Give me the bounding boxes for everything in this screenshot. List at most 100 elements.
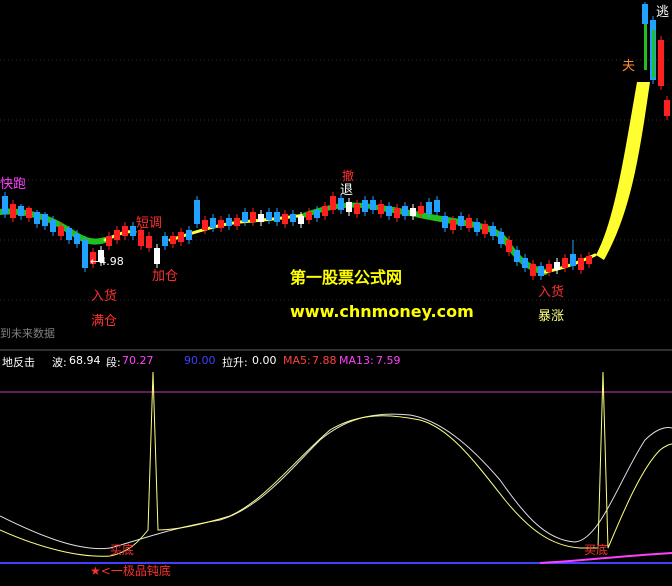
candle-body [354, 204, 360, 214]
candle-body [378, 204, 384, 214]
rally-bar [652, 30, 655, 78]
ruhuo-left-signal: 入货 [91, 289, 118, 304]
candle-body [162, 236, 168, 246]
candle-body [234, 218, 240, 226]
candle-body [530, 264, 536, 276]
duan-label: 段: [106, 356, 121, 369]
bo-label: 波: [52, 356, 67, 369]
candle-body [402, 206, 408, 216]
candle-body [114, 230, 120, 240]
candle-body [554, 262, 560, 270]
candle-body [418, 206, 424, 214]
candle-body [370, 200, 376, 210]
candle-body [290, 214, 296, 222]
candle-body [514, 250, 520, 262]
candle-body [2, 196, 8, 214]
candle-body [386, 206, 392, 216]
escape-top-signal: 逃 [656, 5, 670, 20]
candle-body [586, 256, 592, 264]
blue-value: 90.00 [184, 354, 216, 367]
candle-body [242, 212, 248, 222]
maidi-left-signal: 买底 [110, 543, 135, 557]
candle-body [218, 220, 224, 228]
candle-body [138, 230, 144, 246]
candle-body [154, 248, 160, 264]
candle-body [26, 208, 32, 218]
candle-body [482, 224, 488, 234]
candle-body [178, 232, 184, 242]
indicator-name[interactable]: 地反击 [2, 354, 35, 370]
candle-body [410, 208, 416, 216]
bo-value: 68.94 [69, 354, 101, 367]
candle-body [106, 236, 112, 246]
candle-body [146, 236, 152, 248]
candle-body [434, 200, 440, 212]
candle-body [506, 240, 512, 252]
candle-body [298, 216, 304, 224]
ma5-value: 7.88 [312, 354, 337, 367]
indicator-header: 地反击 波: 68.94 段: 70.27 90.00 拉升: 0.00 MA5… [0, 352, 672, 370]
jiacang-signal: 加仓 [152, 269, 179, 284]
oscillator-line-yellow [0, 371, 672, 557]
price-marker: ←4.98 [90, 255, 124, 268]
candle-body [170, 236, 176, 244]
candle-body [330, 196, 336, 210]
tui-top-signal: 撤 [342, 169, 355, 183]
candle-body [258, 214, 264, 222]
candle-body [66, 228, 72, 240]
candle-body [442, 216, 448, 228]
lasheng-value: 0.00 [252, 354, 277, 367]
candle-body [346, 202, 352, 212]
watermark-url: www.chnmoney.com [290, 302, 474, 321]
ruhuo-right-signal: 入货 [538, 285, 565, 300]
candle-body [306, 212, 312, 220]
candle-body [314, 210, 320, 218]
future-data-note: 到未来数据 [0, 327, 55, 340]
candle-body [338, 198, 344, 210]
ma5-label: MA5: [283, 354, 311, 367]
candle-body [474, 222, 480, 232]
ma13-label: MA13: [339, 354, 374, 367]
ma13-value: 7.59 [376, 354, 401, 367]
duantiao-signal: 短调 [136, 216, 163, 231]
lasheng-label: 拉升: [222, 356, 248, 369]
candle-body [186, 230, 192, 240]
candle-body [642, 4, 648, 24]
candle-body [82, 240, 88, 268]
candle-body [394, 208, 400, 218]
watermark-title: 第一股票公式网 [290, 268, 403, 287]
candle-body [466, 218, 472, 228]
candle-body [538, 266, 544, 276]
candle-body [570, 254, 576, 266]
candle-body [50, 220, 56, 232]
candle-body [522, 258, 528, 268]
candle-body [194, 200, 200, 224]
candle-body [658, 40, 664, 86]
candle-body [274, 212, 280, 222]
candle-body [122, 226, 128, 236]
baozhang-signal: 暴涨 [538, 309, 565, 324]
candle-body [458, 216, 464, 226]
candle-body [282, 214, 288, 224]
candle-body [34, 212, 40, 224]
candle-body [322, 206, 328, 216]
candle-body [546, 264, 552, 272]
oscillator-line-white [0, 413, 672, 550]
jidi-signal: ★<一极品钝底 [90, 564, 171, 578]
candle-body [578, 258, 584, 270]
candle-body [250, 212, 256, 222]
rally-bar [644, 24, 647, 70]
candle-body [74, 234, 80, 244]
candle-body [498, 232, 504, 244]
tui-signal: 退 [340, 183, 354, 198]
candle-body [426, 202, 432, 214]
candle-body [58, 226, 64, 236]
candle-body [562, 258, 568, 268]
mancang-signal: 满仓 [91, 314, 118, 329]
rally-wedge [596, 82, 650, 260]
candle-body [226, 218, 232, 226]
duan-value: 70.27 [122, 354, 154, 367]
candle-body [490, 226, 496, 236]
candle-body [18, 206, 24, 216]
candle-body [362, 200, 368, 212]
